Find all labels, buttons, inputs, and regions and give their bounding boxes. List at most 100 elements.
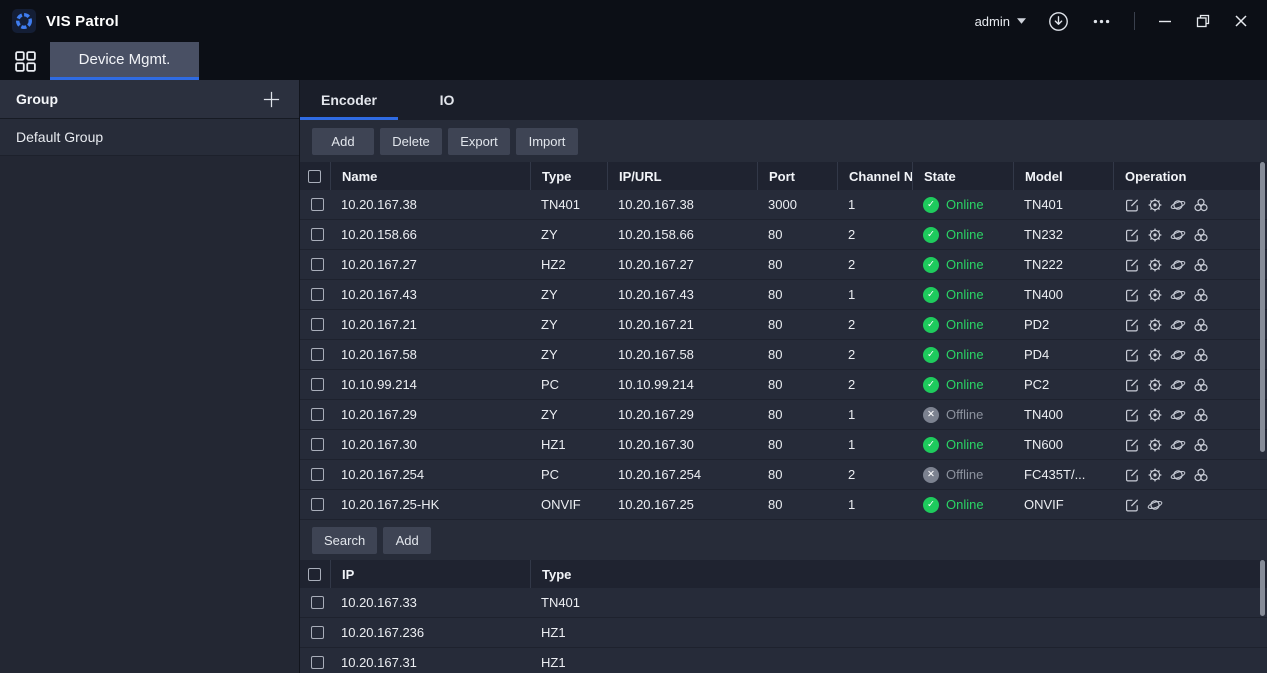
col-port[interactable]: Port <box>757 162 837 190</box>
row-checkbox[interactable] <box>311 498 324 511</box>
col-type[interactable]: Type <box>530 162 607 190</box>
delete-button[interactable]: Delete <box>380 128 442 155</box>
channels-icon[interactable] <box>1193 467 1209 483</box>
edit-icon[interactable] <box>1124 257 1140 273</box>
minimize-icon[interactable] <box>1157 13 1173 29</box>
col-model[interactable]: Model <box>1013 162 1113 190</box>
table-row[interactable]: 10.20.167.25-HK ONVIF 10.20.167.25 80 1 … <box>300 490 1267 520</box>
row-checkbox[interactable] <box>311 626 324 639</box>
table-row[interactable]: 10.20.167.30 HZ1 10.20.167.30 80 1 ✓ Onl… <box>300 430 1267 460</box>
row-checkbox[interactable] <box>311 288 324 301</box>
edit-icon[interactable] <box>1124 317 1140 333</box>
settings-icon[interactable] <box>1147 197 1163 213</box>
table-row[interactable]: 10.20.167.27 HZ2 10.20.167.27 80 2 ✓ Onl… <box>300 250 1267 280</box>
row-checkbox[interactable] <box>311 408 324 421</box>
network-icon[interactable] <box>1170 227 1186 243</box>
col-ip[interactable]: IP <box>330 560 530 588</box>
network-icon[interactable] <box>1147 497 1163 513</box>
settings-icon[interactable] <box>1147 407 1163 423</box>
edit-icon[interactable] <box>1124 377 1140 393</box>
table-row[interactable]: 10.20.167.31 HZ1 <box>300 648 1267 673</box>
settings-icon[interactable] <box>1147 287 1163 303</box>
col-type[interactable]: Type <box>530 560 1267 588</box>
table-row[interactable]: 10.20.167.33 TN401 <box>300 588 1267 618</box>
settings-icon[interactable] <box>1147 377 1163 393</box>
settings-icon[interactable] <box>1147 317 1163 333</box>
network-icon[interactable] <box>1170 347 1186 363</box>
sidebar-item-default-group[interactable]: Default Group <box>0 119 299 156</box>
edit-icon[interactable] <box>1124 227 1140 243</box>
edit-icon[interactable] <box>1124 407 1140 423</box>
row-checkbox[interactable] <box>311 258 324 271</box>
device-table-scrollbar[interactable] <box>1260 162 1265 452</box>
edit-icon[interactable] <box>1124 197 1140 213</box>
search-button[interactable]: Search <box>312 527 377 554</box>
tab-io[interactable]: IO <box>398 80 496 120</box>
export-button[interactable]: Export <box>448 128 510 155</box>
table-row[interactable]: 10.20.158.66 ZY 10.20.158.66 80 2 ✓ Onli… <box>300 220 1267 250</box>
settings-icon[interactable] <box>1147 347 1163 363</box>
network-icon[interactable] <box>1170 257 1186 273</box>
row-checkbox[interactable] <box>311 438 324 451</box>
network-icon[interactable] <box>1170 407 1186 423</box>
row-checkbox[interactable] <box>311 198 324 211</box>
col-operation[interactable]: Operation <box>1113 162 1267 190</box>
select-all-checkbox[interactable] <box>308 170 321 183</box>
row-checkbox[interactable] <box>311 228 324 241</box>
network-icon[interactable] <box>1170 197 1186 213</box>
settings-icon[interactable] <box>1147 437 1163 453</box>
select-all-checkbox[interactable] <box>308 568 321 581</box>
channels-icon[interactable] <box>1193 347 1209 363</box>
col-state[interactable]: State <box>912 162 1013 190</box>
table-row[interactable]: 10.20.167.38 TN401 10.20.167.38 3000 1 ✓… <box>300 190 1267 220</box>
add-group-button[interactable] <box>262 90 281 109</box>
channels-icon[interactable] <box>1193 287 1209 303</box>
table-row[interactable]: 10.20.167.254 PC 10.20.167.254 80 2 ✕ Of… <box>300 460 1267 490</box>
add-discovered-button[interactable]: Add <box>383 527 431 554</box>
channels-icon[interactable] <box>1193 317 1209 333</box>
restore-icon[interactable] <box>1195 13 1211 29</box>
settings-icon[interactable] <box>1147 227 1163 243</box>
row-checkbox[interactable] <box>311 468 324 481</box>
col-name[interactable]: Name <box>330 162 530 190</box>
app-launcher[interactable] <box>0 42 50 80</box>
tab-device-mgmt[interactable]: Device Mgmt. <box>50 42 199 80</box>
table-row[interactable]: 10.20.167.236 HZ1 <box>300 618 1267 648</box>
col-channel[interactable]: Channel N <box>837 162 912 190</box>
edit-icon[interactable] <box>1124 347 1140 363</box>
channels-icon[interactable] <box>1193 437 1209 453</box>
row-checkbox[interactable] <box>311 656 324 669</box>
network-icon[interactable] <box>1170 287 1186 303</box>
network-icon[interactable] <box>1170 317 1186 333</box>
table-row[interactable]: 10.20.167.21 ZY 10.20.167.21 80 2 ✓ Onli… <box>300 310 1267 340</box>
row-checkbox[interactable] <box>311 318 324 331</box>
discovery-table-scrollbar[interactable] <box>1260 560 1265 616</box>
channels-icon[interactable] <box>1193 227 1209 243</box>
settings-icon[interactable] <box>1147 257 1163 273</box>
network-icon[interactable] <box>1170 437 1186 453</box>
tab-encoder[interactable]: Encoder <box>300 80 398 120</box>
close-icon[interactable] <box>1233 13 1249 29</box>
table-row[interactable]: 10.20.167.43 ZY 10.20.167.43 80 1 ✓ Onli… <box>300 280 1267 310</box>
import-button[interactable]: Import <box>516 128 578 155</box>
more-icon[interactable] <box>1091 11 1112 32</box>
edit-icon[interactable] <box>1124 287 1140 303</box>
add-button[interactable]: Add <box>312 128 374 155</box>
channels-icon[interactable] <box>1193 257 1209 273</box>
network-icon[interactable] <box>1170 467 1186 483</box>
channels-icon[interactable] <box>1193 197 1209 213</box>
row-checkbox[interactable] <box>311 378 324 391</box>
download-icon[interactable] <box>1048 11 1069 32</box>
table-row[interactable]: 10.10.99.214 PC 10.10.99.214 80 2 ✓ Onli… <box>300 370 1267 400</box>
row-checkbox[interactable] <box>311 596 324 609</box>
table-row[interactable]: 10.20.167.58 ZY 10.20.167.58 80 2 ✓ Onli… <box>300 340 1267 370</box>
user-menu[interactable]: admin <box>975 14 1026 29</box>
edit-icon[interactable] <box>1124 467 1140 483</box>
row-checkbox[interactable] <box>311 348 324 361</box>
edit-icon[interactable] <box>1124 437 1140 453</box>
channels-icon[interactable] <box>1193 407 1209 423</box>
edit-icon[interactable] <box>1124 497 1140 513</box>
network-icon[interactable] <box>1170 377 1186 393</box>
col-ip-url[interactable]: IP/URL <box>607 162 757 190</box>
table-row[interactable]: 10.20.167.29 ZY 10.20.167.29 80 1 ✕ Offl… <box>300 400 1267 430</box>
